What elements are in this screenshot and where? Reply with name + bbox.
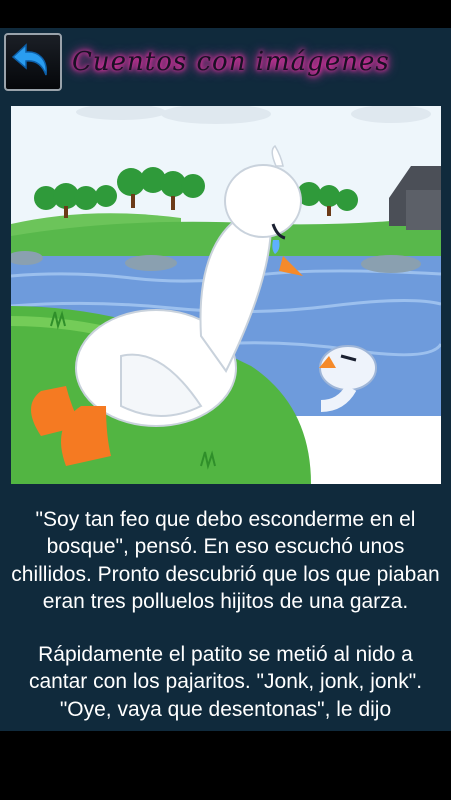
- status-bar: [0, 0, 451, 28]
- story-illustration: [11, 106, 441, 484]
- app-header: Cuentos con imágenes: [0, 28, 451, 94]
- back-button[interactable]: [4, 33, 62, 91]
- story-paragraph-1: "Soy tan feo que debo esconderme en el b…: [11, 508, 440, 613]
- story-text: "Soy tan feo que debo esconderme en el b…: [8, 506, 443, 749]
- back-arrow-icon: [11, 43, 47, 76]
- app-title: Cuentos con imágenes: [72, 47, 390, 77]
- bottom-bar: [0, 731, 451, 800]
- story-paragraph-2: Rápidamente el patito se metió al nido a…: [28, 643, 423, 721]
